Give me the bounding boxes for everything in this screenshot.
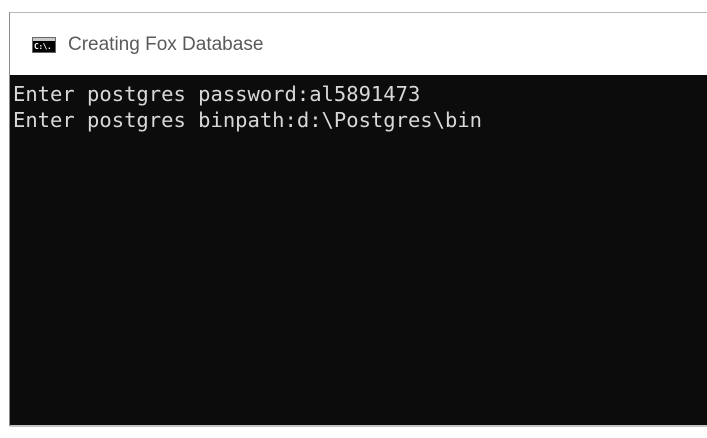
console-line-binpath: Enter postgres binpath:d:\Postgres\bin bbox=[13, 108, 482, 132]
console-app-icon[interactable]: C:\. bbox=[32, 37, 56, 53]
console-window: C:\. Creating Fox Database Enter postgre… bbox=[9, 12, 707, 427]
console-output[interactable]: Enter postgres password:al5891473 Enter … bbox=[10, 75, 707, 425]
window-title: Creating Fox Database bbox=[68, 34, 264, 55]
window-bottom-edge bbox=[10, 425, 707, 427]
console-line-password: Enter postgres password:al5891473 bbox=[13, 82, 421, 106]
icon-glyph: C:\. bbox=[34, 42, 52, 51]
title-bar[interactable]: C:\. Creating Fox Database bbox=[10, 13, 707, 75]
